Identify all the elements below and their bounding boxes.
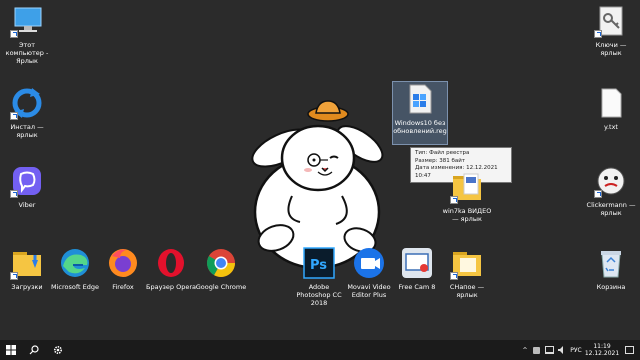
icon-label: Free Cam 8 — [398, 283, 436, 291]
shortcut-arrow-icon — [450, 196, 458, 204]
clickermann-icon — [594, 164, 628, 198]
clock[interactable]: 11:19 12.12.2021 — [584, 340, 620, 360]
icon-label: Google Chrome — [195, 283, 247, 291]
new-folder-shortcut[interactable]: СНапое — ярлык — [440, 246, 494, 299]
icon-label: win7ka ВИДЕО — ярлык — [442, 207, 492, 223]
icon-label: Этот компьютер - Ярлык — [5, 41, 49, 65]
icon-label: Загрузки — [11, 283, 43, 291]
tooltip-type: Тип: Файл реестра — [415, 150, 470, 156]
keys-shortcut[interactable]: Ключи — ярлык — [584, 4, 638, 57]
folder-icon — [450, 246, 484, 280]
keys-icon — [594, 4, 628, 38]
icon-label: Браузер Opera — [146, 283, 196, 291]
clock-date: 12.12.2021 — [584, 350, 620, 357]
freecam-shortcut[interactable]: Free Cam 8 — [390, 246, 444, 291]
shortcut-arrow-icon — [594, 30, 602, 38]
install-shortcut[interactable]: Инстал — ярлык — [0, 86, 54, 139]
start-button[interactable] — [0, 340, 22, 360]
movavi-shortcut[interactable]: Movavi Video Editor Plus — [342, 246, 396, 299]
opera-icon — [154, 246, 188, 280]
icon-label: СНапое — ярлык — [449, 283, 485, 299]
downloads-folder-icon — [10, 246, 44, 280]
shortcut-arrow-icon — [10, 190, 18, 198]
text-file-icon — [594, 86, 628, 120]
icon-label: Windows10 без обновлений.reg — [393, 119, 447, 135]
notifications-icon[interactable] — [622, 340, 636, 360]
tray-chevron-icon[interactable]: ^ — [520, 340, 530, 360]
shortcut-arrow-icon — [10, 30, 18, 38]
y-txt-file[interactable]: y.txt — [584, 86, 638, 131]
computer-icon — [10, 4, 44, 38]
icon-label: Microsoft Edge — [50, 283, 99, 291]
sync-icon — [10, 86, 44, 120]
icon-label: Firefox — [112, 283, 134, 291]
shortcut-arrow-icon — [10, 112, 18, 120]
icon-label: Adobe Photoshop CC 2018 — [296, 283, 342, 307]
edge-icon — [58, 246, 92, 280]
icon-label: y.txt — [604, 123, 618, 131]
chrome-shortcut[interactable]: Google Chrome — [194, 246, 248, 291]
icon-label: Инстал — ярлык — [10, 123, 44, 139]
this-pc-shortcut[interactable]: Этот компьютер - Ярлык — [0, 4, 54, 65]
network-icon[interactable] — [543, 340, 555, 360]
language-indicator[interactable]: РУС — [568, 340, 584, 360]
video-folder-icon — [450, 170, 484, 204]
recycle-bin-icon — [594, 246, 628, 280]
tray-app-icon[interactable] — [530, 340, 542, 360]
shortcut-arrow-icon — [594, 190, 602, 198]
clickermann-shortcut[interactable]: Clickermann — ярлык — [584, 164, 638, 217]
chrome-icon — [204, 246, 238, 280]
viber-shortcut[interactable]: Viber — [0, 164, 54, 209]
windows-logo-icon — [6, 345, 16, 355]
photoshop-icon: Ps — [302, 246, 336, 280]
viber-icon — [10, 164, 44, 198]
firefox-shortcut[interactable]: Firefox — [96, 246, 150, 291]
icon-label: Movavi Video Editor Plus — [347, 283, 391, 299]
taskbar: ^ РУС 11:19 12.12.2021 — [0, 340, 640, 360]
shortcut-arrow-icon — [450, 272, 458, 280]
desktop[interactable]: Этот компьютер - Ярлык Инстал — ярлык Vi… — [0, 0, 640, 340]
gear-icon — [53, 345, 63, 355]
movavi-icon — [352, 246, 386, 280]
edge-shortcut[interactable]: Microsoft Edge — [48, 246, 102, 291]
firefox-icon — [106, 246, 140, 280]
shortcut-arrow-icon — [10, 272, 18, 280]
recycle-bin[interactable]: Корзина — [584, 246, 638, 291]
downloads-shortcut[interactable]: Загрузки — [0, 246, 54, 291]
photoshop-shortcut[interactable]: Ps Adobe Photoshop CC 2018 — [292, 246, 346, 307]
win7-video-shortcut[interactable]: win7ka ВИДЕО — ярлык — [440, 170, 494, 223]
search-icon — [29, 345, 39, 355]
icon-label: Clickermann — ярлык — [586, 201, 636, 217]
icon-label: Корзина — [596, 283, 626, 291]
volume-icon[interactable] — [556, 340, 568, 360]
svg-text:Ps: Ps — [310, 258, 327, 273]
clock-time: 11:19 — [593, 343, 611, 350]
tooltip-size: Размер: 381 байт — [415, 157, 466, 164]
icon-label: Viber — [18, 201, 36, 209]
icon-label: Ключи — ярлык — [595, 41, 627, 57]
reg-file[interactable]: Windows10 без обновлений.reg — [392, 81, 448, 145]
search-button[interactable] — [24, 340, 44, 360]
freecam-icon — [400, 246, 434, 280]
opera-shortcut[interactable]: Браузер Opera — [144, 246, 198, 291]
registry-file-icon — [403, 82, 437, 116]
settings-button[interactable] — [48, 340, 68, 360]
